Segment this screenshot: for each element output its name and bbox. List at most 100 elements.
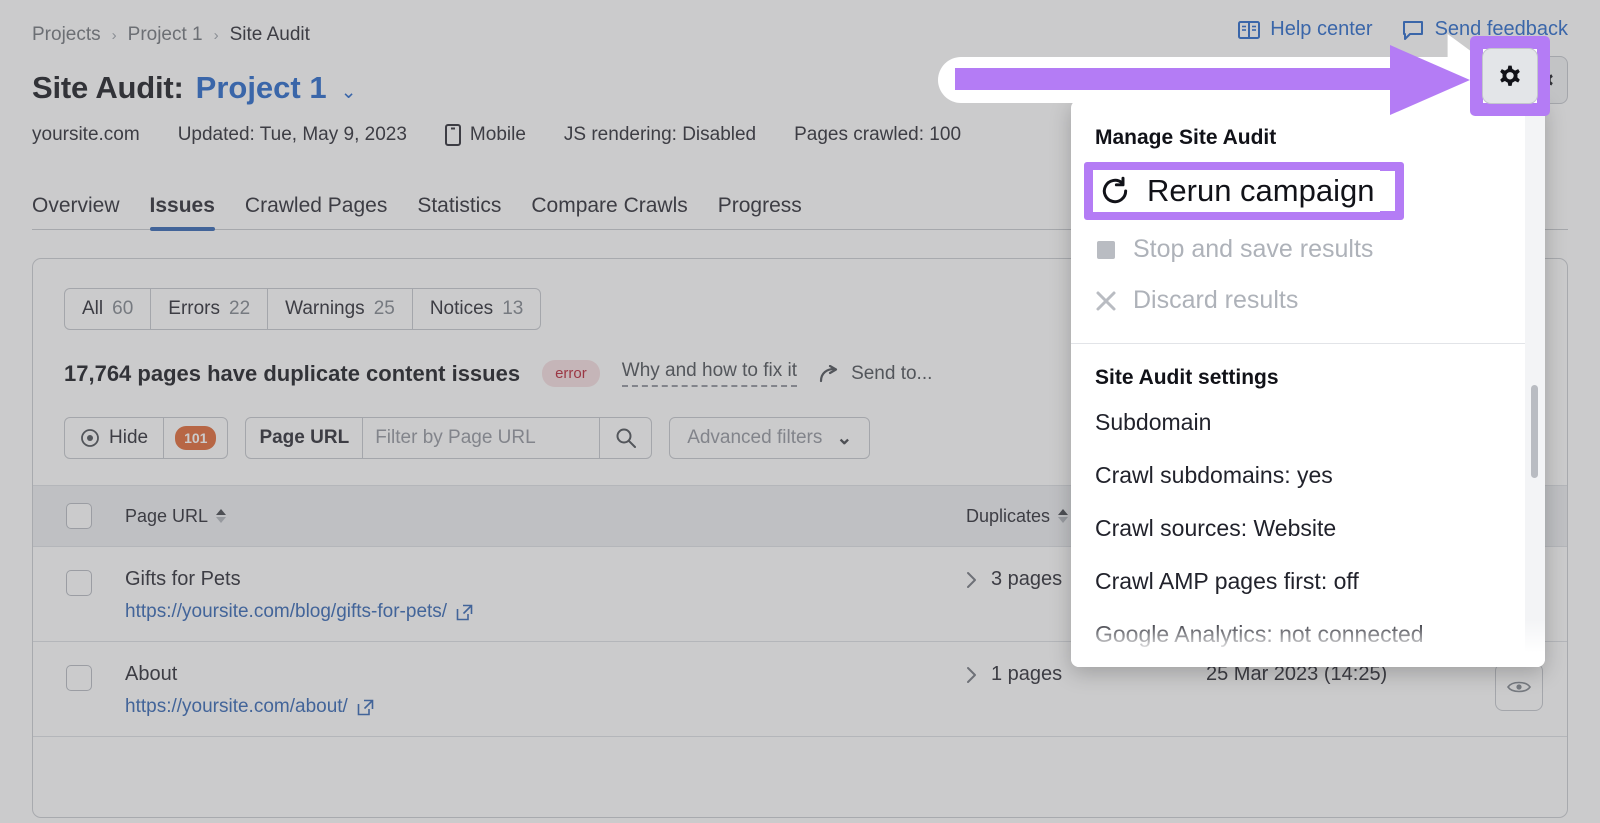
chevron-right-icon	[966, 571, 978, 589]
select-all-checkbox[interactable]	[66, 503, 92, 529]
search-button[interactable]	[599, 418, 651, 458]
eye-icon	[1507, 679, 1531, 695]
search-chip-label: Page URL	[246, 418, 363, 458]
hide-count-badge: 101	[175, 426, 216, 450]
row-page-url-cell: About https://yoursite.com/about/	[125, 663, 966, 718]
row-select-cell[interactable]	[33, 663, 125, 691]
row-checkbox[interactable]	[66, 570, 92, 596]
row-checkbox[interactable]	[66, 665, 92, 691]
severity-all-label: All	[82, 298, 103, 320]
meta-updated: Updated: Tue, May 9, 2023	[178, 124, 407, 146]
sort-icon[interactable]	[1058, 509, 1068, 523]
hide-button[interactable]: Hide 101	[64, 417, 228, 459]
breadcrumb-separator-icon: ›	[214, 27, 219, 44]
tab-issues[interactable]: Issues	[150, 194, 215, 229]
severity-filter-all[interactable]: All 60	[65, 289, 151, 329]
chevron-down-icon: ⌄	[836, 427, 852, 450]
dropdown-setting-subdomain[interactable]: Subdomain	[1071, 396, 1545, 449]
tab-crawled-pages[interactable]: Crawled Pages	[245, 194, 387, 229]
settings-gear-button-highlighted[interactable]	[1480, 46, 1540, 106]
dropdown-settings-heading: Site Audit settings	[1071, 344, 1545, 390]
refresh-icon	[1099, 175, 1131, 207]
status-badge: error	[542, 360, 600, 387]
row-select-cell[interactable]	[33, 568, 125, 596]
external-link-icon	[357, 699, 374, 716]
dropdown-setting-crawl-sources[interactable]: Crawl sources: Website	[1071, 502, 1545, 555]
severity-warnings-label: Warnings	[285, 298, 365, 320]
meta-device-label: Mobile	[470, 124, 526, 146]
dropdown-scrollbar-thumb[interactable]	[1531, 385, 1538, 478]
breadcrumb-separator-icon: ›	[112, 27, 117, 44]
close-x-icon	[1095, 290, 1117, 312]
column-header-page-url[interactable]: Page URL	[125, 506, 966, 527]
row-page-link[interactable]: https://yoursite.com/about/	[125, 696, 966, 718]
dropdown-stop-and-save: Stop and save results	[1071, 225, 1545, 274]
project-selector[interactable]: Project 1	[196, 70, 327, 106]
breadcrumb-item-project-1[interactable]: Project 1	[128, 24, 203, 46]
breadcrumb-item-site-audit[interactable]: Site Audit	[230, 24, 310, 46]
refresh-icon	[1047, 70, 1067, 90]
dropdown-scrollbar-track[interactable]	[1525, 100, 1545, 667]
hide-button-label-wrap: Hide	[65, 427, 163, 449]
eye-icon	[80, 428, 100, 448]
dropdown-setting-crawl-subdomains[interactable]: Crawl subdomains: yes	[1071, 449, 1545, 502]
severity-notices-label: Notices	[430, 298, 493, 320]
severity-filter-errors[interactable]: Errors 22	[151, 289, 268, 329]
severity-filter-notices[interactable]: Notices 13	[413, 289, 541, 329]
tab-statistics[interactable]: Statistics	[417, 194, 501, 229]
stop-square-icon	[1095, 239, 1117, 261]
pdf-label: PDF	[1310, 69, 1348, 91]
row-duplicates-text: 3 pages	[991, 568, 1062, 591]
severity-filter-group: All 60 Errors 22 Warnings 25 Notices 13	[64, 288, 541, 330]
gear-icon	[1495, 61, 1525, 91]
issue-title: 17,764 pages have duplicate content issu…	[64, 361, 520, 387]
share-arrow-icon	[819, 365, 841, 383]
tab-progress[interactable]: Progress	[718, 194, 802, 229]
search-input[interactable]	[363, 418, 599, 458]
page-url-search: Page URL	[245, 417, 652, 459]
dropdown-discard-results-label: Discard results	[1133, 286, 1298, 315]
dropdown-setting-crawl-amp[interactable]: Crawl AMP pages first: off	[1071, 555, 1545, 608]
why-and-how-link[interactable]: Why and how to fix it	[622, 360, 797, 387]
pdf-button[interactable]: PDF	[1259, 59, 1368, 101]
row-page-title: About	[125, 663, 966, 686]
column-header-duplicates-label: Duplicates	[966, 506, 1050, 527]
send-to-button[interactable]: Send to...	[819, 363, 932, 385]
row-page-link[interactable]: https://yoursite.com/blog/gifts-for-pets…	[125, 601, 966, 623]
send-feedback-link[interactable]: Send feedback	[1403, 18, 1568, 41]
row-duplicates-text: 1 pages	[991, 663, 1062, 686]
tab-overview[interactable]: Overview	[32, 194, 120, 229]
app-root: Projects › Project 1 › Site Audit Site A…	[0, 0, 1600, 823]
select-all-cell[interactable]	[33, 503, 125, 529]
send-to-label: Send to...	[851, 363, 932, 385]
comment-icon	[1403, 20, 1425, 40]
severity-warnings-count: 25	[374, 298, 395, 320]
meta-device: Mobile	[445, 124, 526, 146]
tab-compare-crawls[interactable]: Compare Crawls	[531, 194, 687, 229]
severity-notices-count: 13	[502, 298, 523, 320]
rerun-campaign-label: Rerun campaign	[1078, 69, 1227, 91]
rerun-campaign-button[interactable]: Rerun campaign	[1028, 59, 1246, 101]
help-center-link[interactable]: Help center	[1238, 18, 1372, 41]
severity-all-count: 60	[112, 298, 133, 320]
severity-filter-warnings[interactable]: Warnings 25	[268, 289, 413, 329]
hide-label: Hide	[109, 427, 148, 449]
sort-icon[interactable]	[216, 509, 226, 523]
book-icon	[1238, 20, 1260, 40]
dropdown-discard-results: Discard results	[1071, 276, 1545, 325]
mobile-icon	[445, 124, 461, 146]
advanced-filters-dropdown[interactable]: Advanced filters ⌄	[669, 417, 870, 459]
external-link-icon	[456, 604, 473, 621]
severity-errors-count: 22	[229, 298, 250, 320]
advanced-filters-label: Advanced filters	[687, 427, 822, 449]
row-page-url-text: https://yoursite.com/about/	[125, 696, 348, 718]
help-center-label: Help center	[1270, 18, 1372, 41]
header-links: Help center Send feedback	[1238, 18, 1568, 41]
chevron-down-icon[interactable]: ⌄	[341, 81, 357, 104]
row-hide-button[interactable]	[1495, 663, 1543, 711]
breadcrumb-item-projects[interactable]: Projects	[32, 24, 101, 46]
dropdown-rerun-campaign-highlighted[interactable]: Rerun campaign	[1093, 170, 1380, 212]
meta-js-rendering: JS rendering: Disabled	[564, 124, 756, 146]
export-label: Export	[1432, 69, 1487, 91]
row-page-url-text: https://yoursite.com/blog/gifts-for-pets…	[125, 601, 447, 623]
